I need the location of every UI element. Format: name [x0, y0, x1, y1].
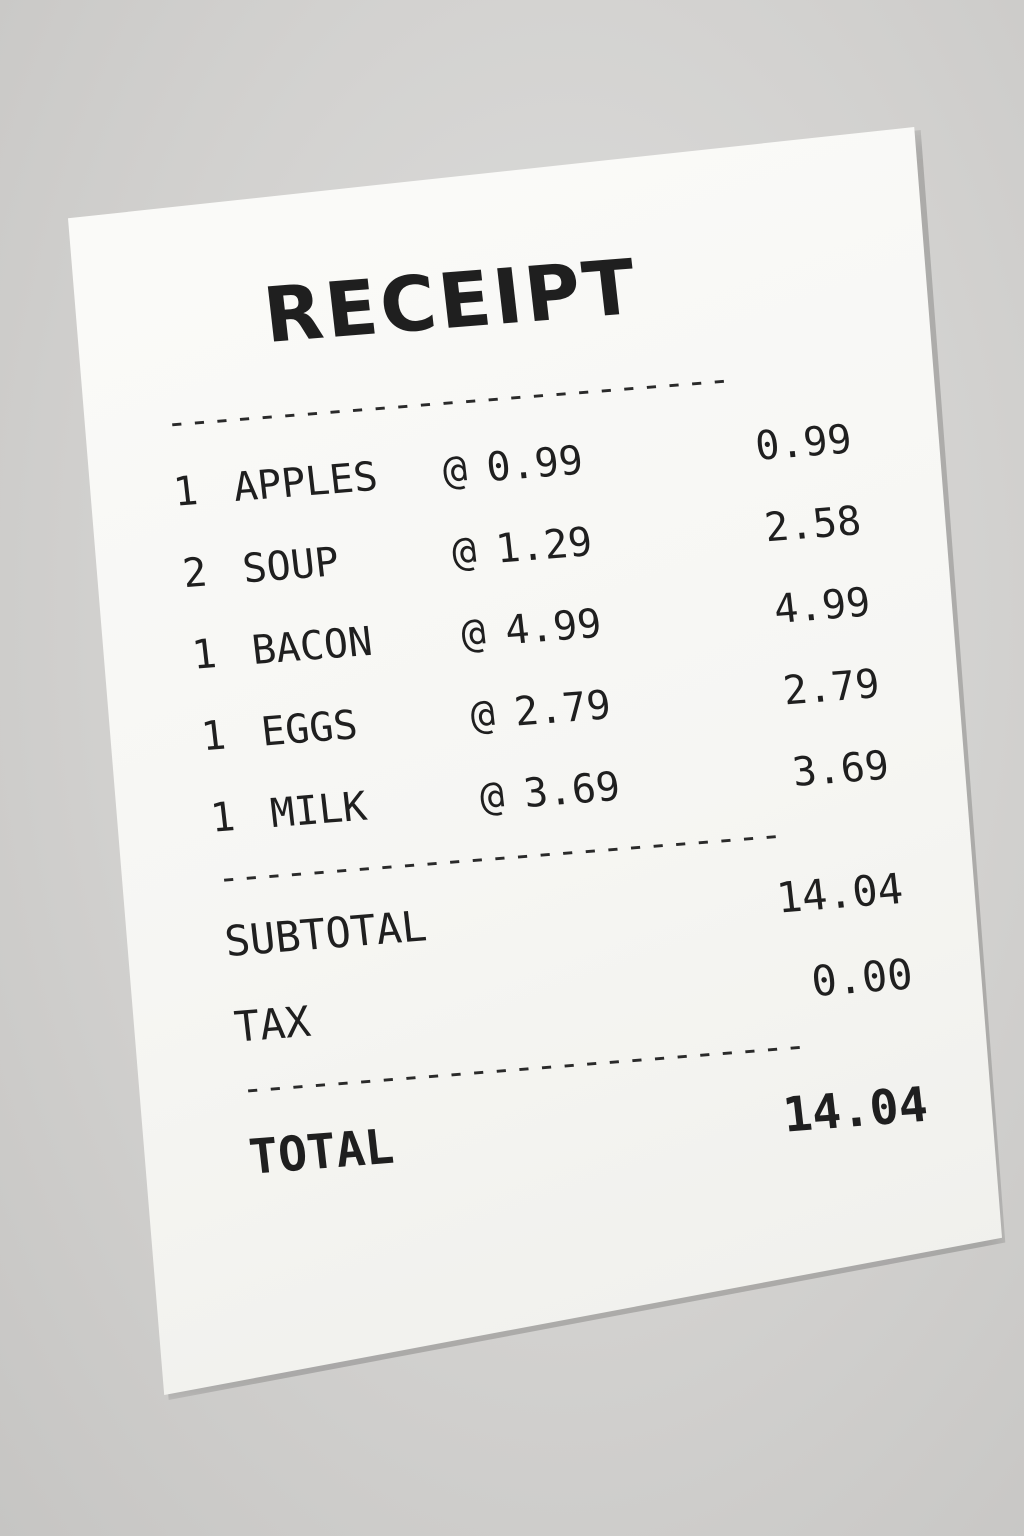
- item-amount: 3.69: [790, 742, 892, 796]
- item-qty: 1: [189, 631, 219, 679]
- item-unit-price: 0.99: [484, 437, 586, 492]
- item-qty: 2: [180, 549, 210, 598]
- item-qty: 1: [198, 712, 229, 761]
- item-qty: 1: [208, 794, 238, 842]
- item-unit-price: 3.69: [521, 763, 623, 818]
- tax-value: 0.00: [808, 949, 916, 1007]
- item-amount: 2.58: [762, 498, 864, 552]
- receipt-content: RECEIPT ------------------------- 1 APPL…: [150, 232, 933, 1206]
- item-amount: 0.99: [752, 416, 855, 470]
- total-value: 14.04: [780, 1076, 931, 1144]
- line-items: 1 APPLES @ 0.99 0.99 2 SOUP @ 1.29 2.58 …: [169, 399, 893, 860]
- subtotal-value: 14.04: [773, 863, 906, 923]
- item-unit-price: 2.79: [511, 682, 614, 736]
- item-unit-price: 4.99: [502, 600, 604, 655]
- item-amount: 4.99: [771, 579, 873, 633]
- item-unit-price: 1.29: [493, 519, 595, 573]
- item-amount: 2.79: [780, 661, 883, 715]
- item-qty: 1: [171, 468, 201, 516]
- table-surface: RECEIPT ------------------------- 1 APPL…: [0, 0, 1024, 1536]
